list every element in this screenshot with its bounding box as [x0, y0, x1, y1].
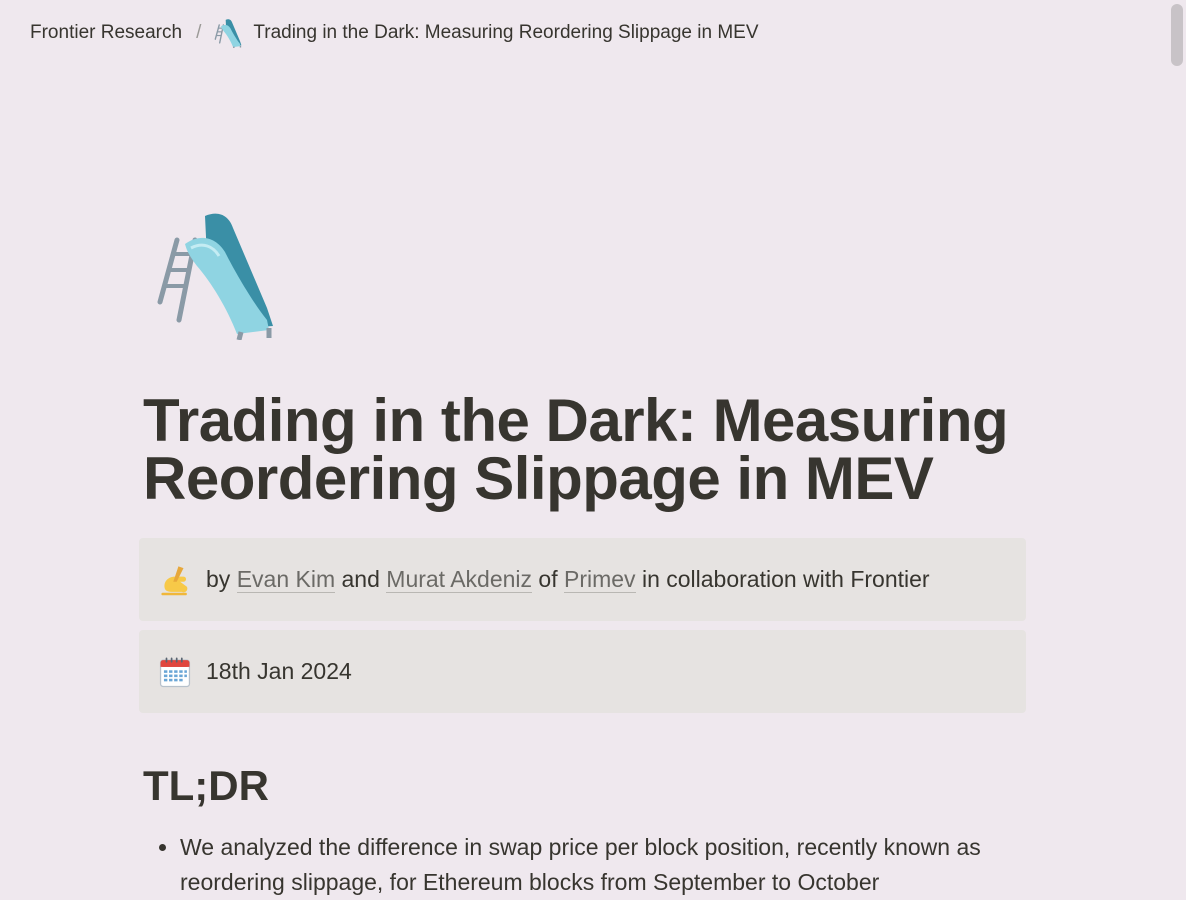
list-item[interactable]: We analyzed the difference in swap price… — [180, 830, 1060, 900]
publish-date: 18th Jan 2024 — [206, 658, 352, 684]
slide-icon — [213, 18, 243, 50]
breadcrumb-current-link[interactable]: Trading in the Dark: Measuring Reorderin… — [213, 18, 759, 50]
authors-conjunction: and — [341, 566, 380, 592]
vertical-scrollbar[interactable] — [1166, 0, 1186, 900]
authors-suffix: in collaboration with Frontier — [641, 566, 930, 592]
writing-hand-icon — [156, 563, 194, 597]
notion-page: Frontier Research / Trading in the Dark:… — [0, 0, 1186, 900]
tldr-heading[interactable]: TL;DR — [143, 762, 269, 810]
breadcrumb-root-link[interactable]: Frontier Research — [30, 22, 182, 44]
authors-prefix: by — [206, 566, 231, 592]
slide-icon[interactable] — [155, 210, 275, 341]
authors-callout: by Evan Kim and Murat Akdeniz of Primev … — [139, 538, 1026, 621]
authors-of: of — [538, 566, 558, 592]
breadcrumb: Frontier Research / Trading in the Dark:… — [30, 18, 759, 50]
tldr-bullet-list: We analyzed the difference in swap price… — [143, 830, 1060, 900]
scrollbar-thumb[interactable] — [1171, 4, 1183, 66]
page-title[interactable]: Trading in the Dark: Measuring Reorderin… — [143, 391, 1027, 509]
breadcrumb-current-label: Trading in the Dark: Measuring Reorderin… — [253, 22, 759, 43]
author-link-evan-kim[interactable]: Evan Kim — [236, 566, 336, 593]
breadcrumb-separator: / — [196, 22, 202, 43]
top-bar: Frontier Research / Trading in the Dark:… — [0, 0, 1166, 66]
date-callout: 18th Jan 2024 — [139, 630, 1026, 713]
author-link-murat-akdeniz[interactable]: Murat Akdeniz — [386, 566, 533, 593]
calendar-icon — [156, 655, 194, 689]
org-link-primev[interactable]: Primev — [564, 566, 636, 593]
